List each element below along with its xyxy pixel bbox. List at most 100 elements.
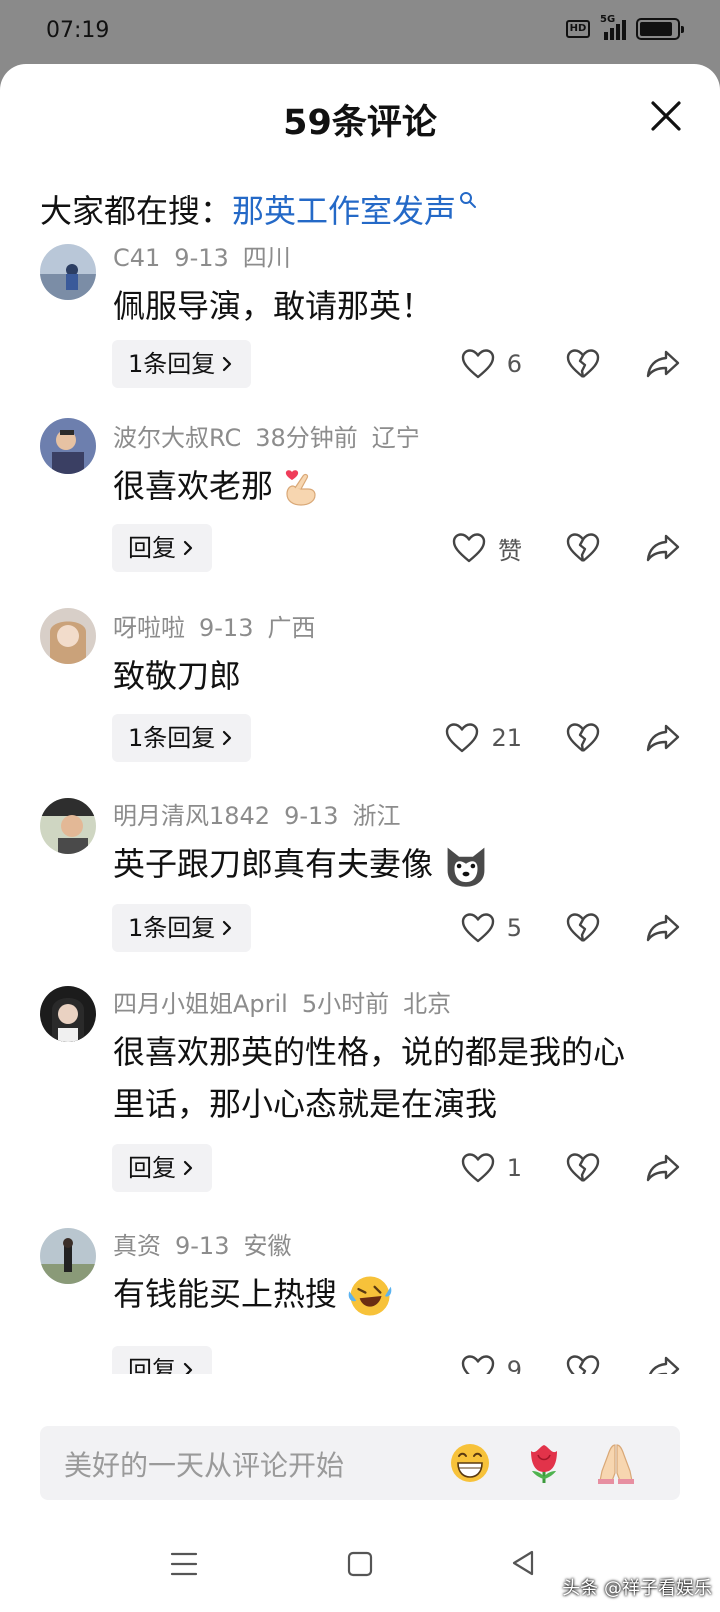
heart-icon: [461, 1153, 494, 1183]
broken-heart-icon[interactable]: [566, 1354, 600, 1374]
chevron-right-icon: [223, 920, 232, 936]
comments-sheet: 59条评论 大家都在搜： 那英工作室发声 C41 9-13 四川 佩服导演，敢请那英…: [0, 64, 720, 1612]
share-icon[interactable]: [646, 533, 680, 563]
broken-heart-icon[interactable]: [566, 912, 600, 944]
grinning-emoji[interactable]: [448, 1441, 492, 1485]
hot-search-term[interactable]: 那英工作室发声: [232, 186, 456, 232]
comment-location: 浙江: [352, 802, 401, 830]
comment-username[interactable]: 真资: [113, 1232, 161, 1260]
like-count: 赞: [498, 536, 522, 565]
share-icon[interactable]: [646, 723, 680, 753]
reply-button[interactable]: 1条回复: [112, 904, 252, 952]
broken-heart-icon[interactable]: [566, 722, 600, 754]
comment-text: 很喜欢老那: [113, 460, 673, 512]
comment-text: 英子跟刀郎真有夫妻像: [113, 838, 673, 890]
comment-list[interactable]: C41 9-13 四川 佩服导演，敢请那英！ 1条回复 6 波尔大叔RC 38分…: [0, 244, 720, 1374]
like-count: 6: [506, 350, 522, 378]
hot-search[interactable]: 大家都在搜： 那英工作室发声: [40, 186, 478, 232]
status-time: 07:19: [46, 18, 110, 43]
chevron-right-icon: [183, 540, 193, 556]
comment-location: 四川: [242, 244, 291, 272]
comment-location: 辽宁: [371, 424, 420, 452]
comment-text: 有钱能买上热搜: [113, 1268, 673, 1320]
heart-icon: [461, 1355, 494, 1374]
comment-date: 5小时前: [301, 990, 390, 1018]
comment-username[interactable]: 明月清风1842: [113, 802, 270, 830]
chevron-right-icon: [223, 356, 232, 372]
share-icon[interactable]: [646, 1355, 680, 1374]
like-button[interactable]: 1: [432, 1152, 522, 1184]
like-button[interactable]: 9: [432, 1354, 522, 1374]
comment-text: 致敬刀郎: [113, 657, 242, 695]
share-icon[interactable]: [646, 349, 680, 379]
broken-heart-icon[interactable]: [566, 532, 600, 564]
comment-actions: 1: [432, 1144, 680, 1192]
comment-item: 波尔大叔RC 38分钟前 辽宁 很喜欢老那 回复 赞: [0, 412, 720, 602]
chevron-right-icon: [183, 1160, 193, 1176]
comment-location: 北京: [403, 990, 452, 1018]
broken-heart-icon[interactable]: [566, 1152, 600, 1184]
share-icon[interactable]: [646, 1153, 680, 1183]
comment-location: 安徽: [243, 1232, 292, 1260]
comment-username[interactable]: C41: [113, 244, 160, 272]
watermark: 头条 @祥子看娱乐: [562, 1578, 712, 1599]
like-count: 1: [506, 1154, 522, 1182]
avatar[interactable]: [40, 986, 96, 1042]
comment-input[interactable]: 美好的一天从评论开始: [40, 1426, 680, 1500]
comment-input-placeholder: 美好的一天从评论开始: [64, 1449, 345, 1482]
comment-meta: 波尔大叔RC 38分钟前 辽宁: [113, 418, 434, 453]
reply-button[interactable]: 1条回复: [112, 340, 252, 388]
reply-button[interactable]: 回复: [112, 524, 212, 572]
comment-username[interactable]: 波尔大叔RC: [113, 424, 241, 452]
avatar[interactable]: [40, 244, 96, 300]
like-count: 9: [506, 1356, 522, 1374]
like-button[interactable]: 6: [432, 348, 522, 380]
home-icon[interactable]: [340, 1544, 380, 1584]
praying-hands-emoji[interactable]: [594, 1441, 638, 1485]
like-button[interactable]: 5: [432, 912, 522, 944]
sheet-title: 59条评论: [283, 103, 437, 143]
comment-actions: 赞: [410, 524, 680, 572]
comment-item: 四月小姐姐April 5小时前 北京 很喜欢那英的性格，说的都是我的心里话，那小心态…: [0, 980, 720, 1216]
signal-icon: 5G: [600, 14, 626, 40]
comment-date: 9-13: [284, 802, 339, 830]
status-bar: 07:19 HD 5G: [0, 0, 720, 64]
comment-date: 38分钟前: [255, 424, 358, 452]
avatar[interactable]: [40, 608, 96, 664]
like-button[interactable]: 赞: [410, 531, 522, 566]
broken-heart-icon[interactable]: [566, 348, 600, 380]
like-button[interactable]: 21: [410, 722, 522, 754]
reply-button[interactable]: 1条回复: [112, 714, 252, 762]
hd-icon: HD: [566, 20, 590, 38]
battery-icon: [636, 18, 684, 40]
comment-item: 明月清风1842 9-13 浙江 英子跟刀郎真有夫妻像 1条回复 5: [0, 792, 720, 972]
back-icon[interactable]: [504, 1544, 544, 1584]
rose-emoji[interactable]: [522, 1441, 566, 1485]
comment-text: 很喜欢那英的性格，说的都是我的心里话，那小心态就是在演我: [113, 1033, 626, 1123]
navigation-bar: 头条 @祥子看娱乐: [0, 1544, 720, 1612]
comment-actions: 5: [432, 904, 680, 952]
reply-button[interactable]: 回复: [112, 1346, 212, 1374]
network-label: 5G: [600, 14, 616, 25]
reply-button[interactable]: 回复: [112, 1144, 212, 1192]
comment-username[interactable]: 四月小姐姐April: [113, 990, 288, 1018]
status-icons: HD 5G: [566, 14, 684, 40]
like-count: 21: [491, 724, 522, 752]
comment-actions: 21: [410, 714, 680, 762]
menu-icon[interactable]: [164, 1544, 204, 1584]
comment-text: 佩服导演，敢请那英！: [113, 287, 434, 325]
chevron-right-icon: [223, 730, 232, 746]
avatar[interactable]: [40, 1228, 96, 1284]
avatar[interactable]: [40, 418, 96, 474]
avatar[interactable]: [40, 798, 96, 854]
comment-meta: 呀啦啦 9-13 广西: [113, 608, 329, 643]
comment-location: 广西: [267, 614, 316, 642]
finger-heart-emoji: [286, 470, 316, 506]
heart-icon: [461, 913, 494, 943]
like-count: 5: [506, 914, 522, 942]
close-icon[interactable]: [648, 98, 684, 134]
comment-item: 呀啦啦 9-13 广西 致敬刀郎 1条回复 21: [0, 602, 720, 782]
comment-date: 9-13: [175, 1232, 230, 1260]
comment-username[interactable]: 呀啦啦: [113, 614, 185, 642]
share-icon[interactable]: [646, 913, 680, 943]
